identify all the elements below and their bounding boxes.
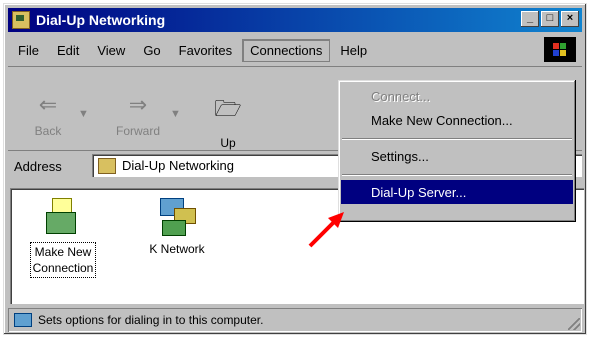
menu-dial-up-server[interactable]: Dial-Up Server... [341,180,573,204]
address-label: Address [14,158,62,174]
menu-separator [342,174,572,176]
close-button[interactable]: × [561,11,579,27]
back-dropdown-icon[interactable]: ▼ [78,108,89,120]
red-pointer-arrow-icon [308,212,344,248]
dialup-folder-small-icon [98,157,116,174]
menu-favorites[interactable]: Favorites [171,39,240,62]
back-button[interactable]: ⇐ Back [18,92,78,138]
address-value: Dial-Up Networking [122,158,234,173]
menu-connections[interactable]: Connections [242,38,331,62]
maximize-button[interactable]: □ [541,11,559,27]
status-text: Sets options for dialing in to this comp… [38,313,264,327]
up-folder-icon: 🗁 [214,96,242,121]
menu-edit[interactable]: Edit [49,39,87,62]
up-button[interactable]: 🗁 Up [198,92,258,150]
make-new-connection-label: Make New Connection [29,242,97,278]
menu-separator [342,138,572,140]
up-label: Up [220,136,236,150]
menu-make-new-connection[interactable]: Make New Connection... [341,108,573,132]
window-title: Dial-Up Networking [36,12,166,28]
resize-grip[interactable] [568,318,580,330]
back-label: Back [34,124,62,138]
make-new-connection-icon [46,198,80,236]
k-network-item[interactable]: K Network [132,194,222,256]
window-controls: _ □ × [521,11,579,27]
forward-dropdown-icon[interactable]: ▼ [170,108,181,120]
menu-file[interactable]: File [10,39,47,62]
forward-arrow-icon: ⇒ [128,92,148,117]
connections-menu: Connect... Make New Connection... Settin… [338,80,576,222]
menu-view[interactable]: View [89,39,133,62]
menu-help[interactable]: Help [332,39,375,62]
windows-logo-icon [544,37,576,62]
status-computer-icon [14,313,32,327]
forward-label: Forward [115,124,160,138]
menu-bar: File Edit View Go Favorites Connections … [8,34,582,67]
menu-settings[interactable]: Settings... [341,144,573,168]
forward-button[interactable]: ⇒ Forward [108,92,168,138]
status-bar: Sets options for dialing in to this comp… [8,308,582,332]
back-arrow-icon: ⇐ [38,92,58,117]
menu-go[interactable]: Go [135,39,168,62]
network-connection-icon [160,198,196,236]
k-network-label: K Network [149,242,205,256]
make-new-connection-item[interactable]: Make New Connection [18,194,108,278]
title-bar[interactable]: Dial-Up Networking _ □ × [8,8,582,32]
minimize-button[interactable]: _ [521,11,539,27]
dialup-folder-icon [12,11,30,29]
menu-connect[interactable]: Connect... [341,84,573,108]
